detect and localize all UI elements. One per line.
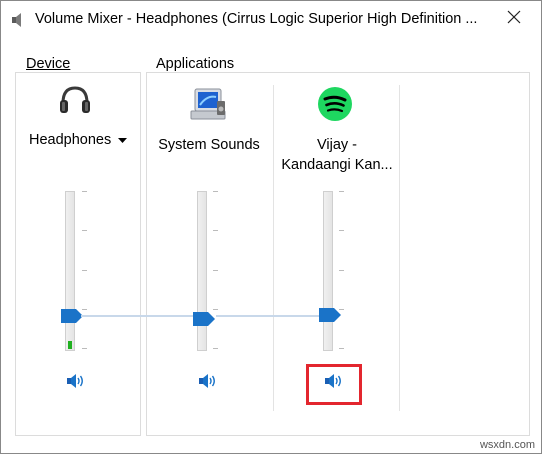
applications-group-label: Applications [153, 56, 238, 72]
channel-label-spotify: Vijay - Kandaangi Kan... [277, 135, 397, 175]
system-sounds-icon [189, 87, 227, 128]
channel-label-line-2: Kandaangi Kan... [281, 157, 393, 173]
spotify-volume-thumb[interactable] [319, 308, 341, 322]
close-button[interactable] [495, 3, 533, 35]
device-selector[interactable]: Headphones [29, 131, 131, 151]
headphones-icon [58, 83, 92, 122]
device-group-label: Device [23, 56, 74, 72]
device-mute-button[interactable] [65, 373, 87, 393]
close-icon [507, 10, 521, 29]
chevron-down-icon [117, 131, 127, 149]
device-volume-thumb[interactable] [61, 309, 83, 323]
spotify-icon [317, 86, 353, 127]
title-bar[interactable]: Volume Mixer - Headphones (Cirrus Logic … [1, 1, 541, 39]
window-title: Volume Mixer - Headphones (Cirrus Logic … [35, 11, 478, 27]
volume-link-line [81, 315, 203, 317]
spotify-volume-track[interactable] [323, 191, 333, 351]
spotify-mute-button[interactable] [323, 373, 345, 393]
volume-link-line [216, 315, 326, 317]
device-volume-ticks [82, 191, 87, 349]
speaker-unmuted-icon [324, 372, 344, 395]
speaker-unmuted-icon [66, 372, 86, 395]
device-peak-meter [68, 341, 72, 349]
device-volume-track[interactable] [65, 191, 75, 351]
speaker-unmuted-icon [198, 372, 218, 395]
watermark: wsxdn.com [479, 439, 535, 451]
channel-label-system-sounds: System Sounds [158, 137, 260, 153]
volume-mixer-window: Volume Mixer - Headphones (Cirrus Logic … [0, 0, 542, 454]
speaker-icon [10, 12, 26, 28]
system-sounds-mute-button[interactable] [197, 373, 219, 393]
system-sounds-volume-thumb[interactable] [193, 312, 215, 326]
device-name: Headphones [29, 132, 112, 149]
spotify-volume-ticks [339, 191, 344, 349]
channel-label-line-1: Vijay - [316, 137, 358, 153]
system-sounds-volume-track[interactable] [197, 191, 207, 351]
column-separator [399, 85, 400, 411]
column-separator [273, 85, 274, 411]
